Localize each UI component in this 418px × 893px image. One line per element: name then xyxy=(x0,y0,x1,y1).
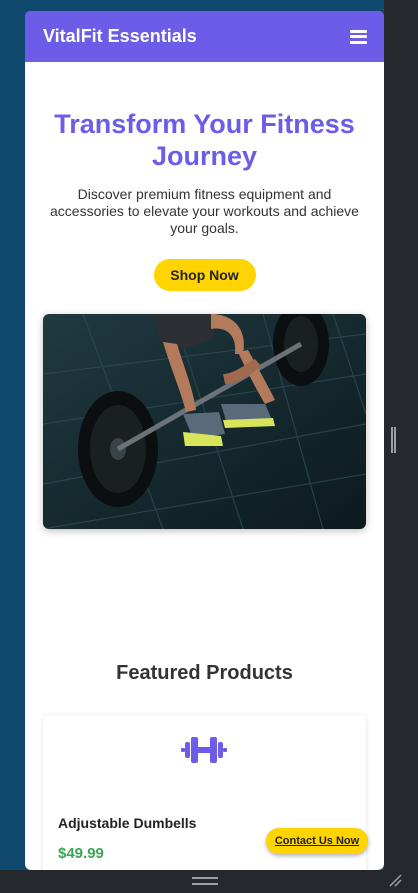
hero-image xyxy=(43,314,366,529)
hero-description: Discover premium fitness equipment and a… xyxy=(50,186,359,236)
product-price: $49.99 xyxy=(58,845,104,862)
brand-logo[interactable]: VitalFit Essentials xyxy=(43,26,197,47)
contact-us-button[interactable]: Contact Us Now xyxy=(266,828,368,854)
mobile-viewport: VitalFit Essentials Transform Your Fitne… xyxy=(25,11,384,870)
navbar: VitalFit Essentials xyxy=(25,11,384,62)
viewport-side-panel xyxy=(384,0,418,893)
horizontal-resize-handle[interactable] xyxy=(192,877,218,885)
featured-products-title: Featured Products xyxy=(116,662,293,684)
dumbbell-icon xyxy=(181,735,227,765)
hero-section: Transform Your Fitness Journey Discover … xyxy=(25,62,384,291)
hero-title: Transform Your Fitness Journey xyxy=(54,109,355,171)
product-name: Adjustable Dumbells xyxy=(58,815,197,831)
hamburger-menu-icon[interactable] xyxy=(350,29,367,44)
shop-now-button[interactable]: Shop Now xyxy=(153,259,256,291)
resize-grip-icon[interactable] xyxy=(388,873,402,887)
vertical-resize-handle[interactable] xyxy=(391,427,396,453)
